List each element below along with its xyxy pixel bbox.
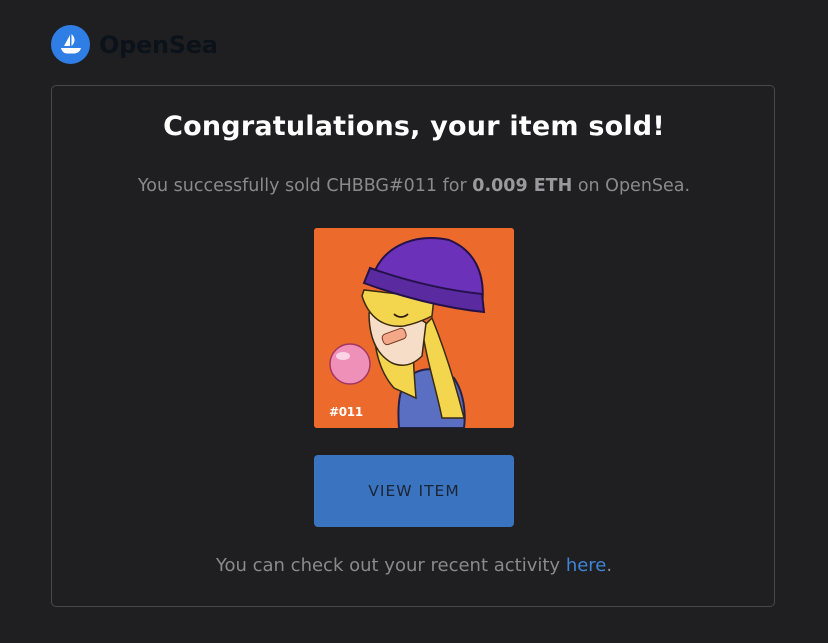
activity-here-link[interactable]: here	[566, 555, 607, 576]
nft-artwork	[314, 228, 514, 428]
email-page: OpenSea Congratulations, your item sold!…	[0, 0, 828, 643]
page-title: Congratulations, your item sold!	[163, 111, 665, 142]
activity-footer-prefix: You can check out your recent activity	[215, 555, 566, 576]
nft-image[interactable]: #011	[314, 228, 514, 428]
activity-footer: You can check out your recent activity h…	[0, 555, 828, 576]
sale-price: 0.009 ETH	[472, 176, 573, 196]
sale-message-prefix: You successfully sold CHBBG#011 for	[137, 176, 473, 196]
sale-message-suffix: on OpenSea.	[572, 176, 691, 196]
opensea-ship-icon[interactable]	[51, 25, 90, 64]
brand-name[interactable]: OpenSea	[99, 31, 218, 59]
sale-message: You successfully sold CHBBG#011 for 0.00…	[0, 176, 828, 196]
view-item-button[interactable]: VIEW ITEM	[314, 455, 514, 527]
header: OpenSea	[51, 25, 218, 64]
nft-token-tag: #011	[329, 405, 363, 419]
activity-footer-suffix: .	[606, 555, 613, 576]
